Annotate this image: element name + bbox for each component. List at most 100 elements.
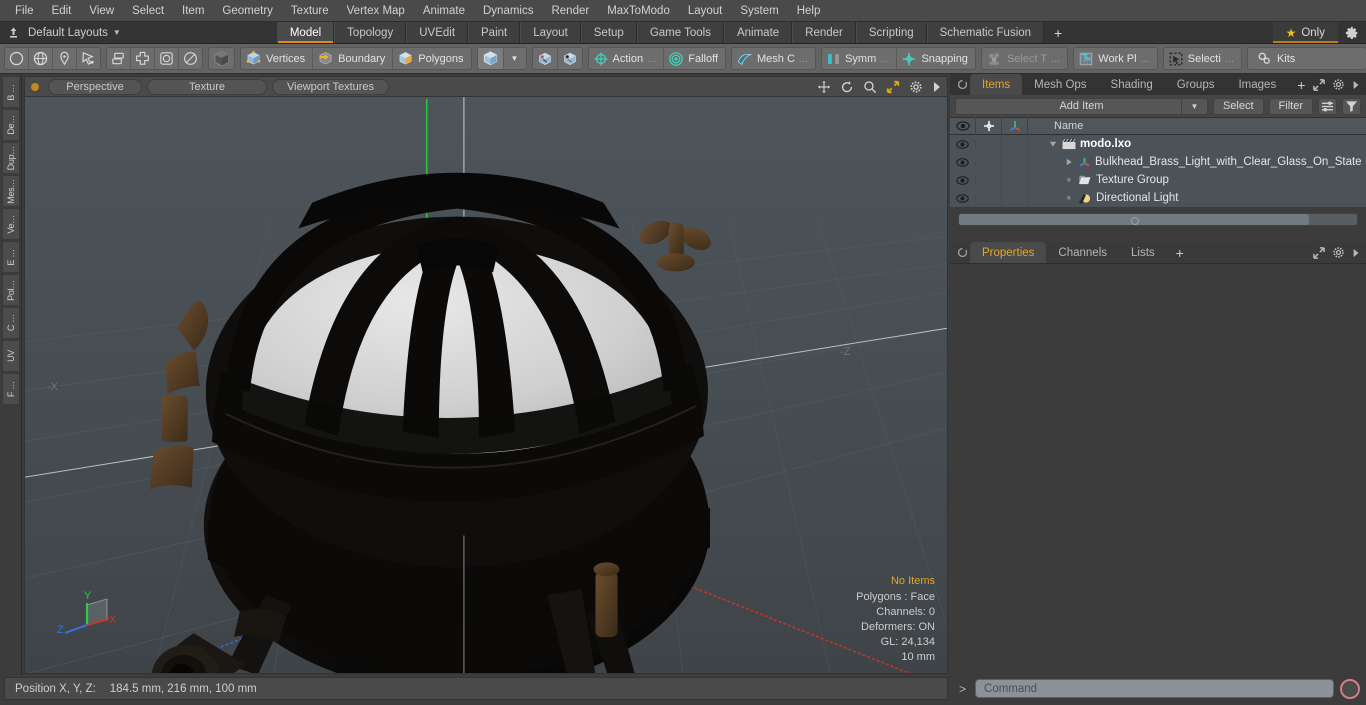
- vtab-duplicate[interactable]: Dup…: [1, 142, 20, 174]
- row-transform-cell[interactable]: [1002, 135, 1028, 153]
- default-layouts-dropdown[interactable]: Default Layouts ▼: [26, 22, 129, 43]
- tab-items[interactable]: Items: [970, 74, 1023, 95]
- symmetry-button[interactable]: Symm ...: [822, 48, 898, 69]
- panel-menu-dot-icon[interactable]: [954, 74, 970, 95]
- tab-shading[interactable]: Shading: [1099, 74, 1165, 95]
- layout-tab-scripting[interactable]: Scripting: [855, 22, 927, 43]
- circle-slash-icon[interactable]: [179, 48, 202, 69]
- selection-mode-polygons[interactable]: Polygons: [393, 48, 470, 69]
- layout-tab-paint[interactable]: Paint: [468, 22, 521, 43]
- 3d-viewport[interactable]: -X -Z Y X Z No Items Polygons : Face Cha…: [24, 96, 948, 674]
- action-center-button[interactable]: Action ...: [589, 48, 665, 69]
- expand-icon[interactable]: [1313, 78, 1325, 91]
- kits-button[interactable]: Kits: [1248, 48, 1340, 69]
- column-visibility-icon[interactable]: [950, 117, 976, 135]
- viewport-view-preset[interactable]: Perspective: [48, 78, 142, 95]
- panel-menu-dot-icon[interactable]: [954, 242, 970, 263]
- select-button[interactable]: Select: [1212, 97, 1264, 115]
- viewport-textures-preset[interactable]: Viewport Textures: [272, 78, 390, 95]
- falloff-button[interactable]: Falloff: [664, 48, 725, 69]
- mesh-constraint-button[interactable]: Mesh C ...: [732, 48, 815, 69]
- selection-set-button[interactable]: Selecti ...: [1164, 48, 1241, 69]
- disclosure-triangle-icon[interactable]: [1064, 158, 1074, 166]
- work-plane-button[interactable]: Work Pl ...: [1074, 48, 1156, 69]
- cube-pivot-b-icon[interactable]: [558, 48, 582, 69]
- layout-tab-schematic-fusion[interactable]: Schematic Fusion: [926, 22, 1045, 43]
- vtab-deform[interactable]: De…: [1, 109, 20, 141]
- filter-button[interactable]: Filter: [1268, 97, 1313, 115]
- vtab-curve[interactable]: C …: [1, 307, 20, 339]
- menu-item-vertex-map[interactable]: Vertex Map: [338, 1, 414, 21]
- item-mode-dropdown-caret[interactable]: ▼: [504, 48, 526, 69]
- tab-channels[interactable]: Channels: [1046, 242, 1119, 263]
- row-transform-cell[interactable]: [1002, 153, 1028, 171]
- menu-item-select[interactable]: Select: [123, 1, 173, 21]
- fit-icon[interactable]: [886, 80, 900, 94]
- vtab-fusion[interactable]: F …: [1, 373, 20, 405]
- row-visibility-toggle[interactable]: [950, 175, 976, 185]
- vtab-mesh-edit[interactable]: Mes…: [1, 175, 20, 207]
- menu-item-layout[interactable]: Layout: [679, 1, 732, 21]
- layout-tab-setup[interactable]: Setup: [580, 22, 637, 43]
- rotate-icon[interactable]: [840, 80, 854, 94]
- cursor-select-icon[interactable]: [77, 48, 100, 69]
- layout-tab-animate[interactable]: Animate: [723, 22, 793, 43]
- menu-item-view[interactable]: View: [80, 1, 123, 21]
- menu-item-edit[interactable]: Edit: [43, 1, 81, 21]
- tab-mesh-ops[interactable]: Mesh Ops: [1022, 74, 1098, 95]
- list-options-icon[interactable]: [1318, 97, 1337, 115]
- circle-icon[interactable]: [5, 48, 29, 69]
- gear-icon[interactable]: [909, 80, 923, 94]
- layout-tab-render[interactable]: Render: [792, 22, 856, 43]
- cross-shape-icon[interactable]: [131, 48, 155, 69]
- viewport-menu-dot-icon[interactable]: [31, 82, 39, 91]
- viewport-shading-preset[interactable]: Texture: [147, 78, 267, 95]
- row-lock-cell[interactable]: [976, 189, 1002, 207]
- snapping-button[interactable]: Snapping: [897, 48, 975, 69]
- add-lower-tab-button[interactable]: +: [1167, 242, 1193, 263]
- column-lock-icon[interactable]: [976, 117, 1002, 135]
- table-row[interactable]: Bulkhead_Brass_Light_with_Clear_Glass_On…: [950, 153, 1366, 171]
- column-transform-icon[interactable]: [1002, 117, 1028, 135]
- menu-item-dynamics[interactable]: Dynamics: [474, 1, 542, 21]
- add-layout-tab-button[interactable]: +: [1044, 22, 1072, 43]
- table-row[interactable]: modo.lxo: [950, 135, 1366, 153]
- globe-icon[interactable]: [29, 48, 53, 69]
- row-lock-cell[interactable]: [976, 153, 1002, 171]
- menu-item-maxtomodo[interactable]: MaxToModo: [598, 1, 679, 21]
- menu-item-render[interactable]: Render: [542, 1, 598, 21]
- select-through-button[interactable]: Select T ...: [982, 48, 1067, 69]
- row-transform-cell[interactable]: [1002, 189, 1028, 207]
- tab-groups[interactable]: Groups: [1165, 74, 1227, 95]
- zoom-icon[interactable]: [863, 80, 877, 94]
- layout-anchor-icon[interactable]: [0, 22, 26, 43]
- cube-item-icon[interactable]: [477, 48, 504, 69]
- menu-item-help[interactable]: Help: [788, 1, 830, 21]
- table-row[interactable]: Texture Group: [950, 171, 1366, 189]
- cube-dark-icon[interactable]: [209, 48, 234, 69]
- row-visibility-toggle[interactable]: [950, 139, 976, 149]
- row-visibility-toggle[interactable]: [950, 193, 976, 203]
- row-visibility-toggle[interactable]: [950, 157, 976, 167]
- filter-funnel-icon[interactable]: [1342, 97, 1361, 115]
- rounded-square-icon[interactable]: [155, 48, 179, 69]
- add-item-dropdown-caret[interactable]: ▼: [1180, 97, 1207, 115]
- selection-mode-vertices[interactable]: Vertices: [241, 48, 314, 69]
- command-input[interactable]: Command: [975, 679, 1334, 698]
- menu-item-geometry[interactable]: Geometry: [213, 1, 282, 21]
- tab-properties[interactable]: Properties: [970, 242, 1047, 263]
- only-toggle-button[interactable]: ★ Only: [1272, 22, 1338, 43]
- vtab-basic[interactable]: B …: [1, 76, 20, 108]
- chevron-right-icon[interactable]: [932, 81, 941, 93]
- layout-settings-gear-icon[interactable]: [1338, 22, 1366, 43]
- cube-pivot-a-icon[interactable]: [533, 48, 558, 69]
- gear-icon[interactable]: [1332, 78, 1345, 91]
- table-row[interactable]: Directional Light: [950, 189, 1366, 207]
- record-macro-button[interactable]: [1340, 678, 1360, 699]
- tab-lists[interactable]: Lists: [1119, 242, 1167, 263]
- layout-tab-layout[interactable]: Layout: [520, 22, 581, 43]
- tab-images[interactable]: Images: [1226, 74, 1288, 95]
- gear-icon[interactable]: [1332, 246, 1345, 259]
- menu-item-system[interactable]: System: [731, 1, 787, 21]
- layout-tab-game-tools[interactable]: Game Tools: [636, 22, 724, 43]
